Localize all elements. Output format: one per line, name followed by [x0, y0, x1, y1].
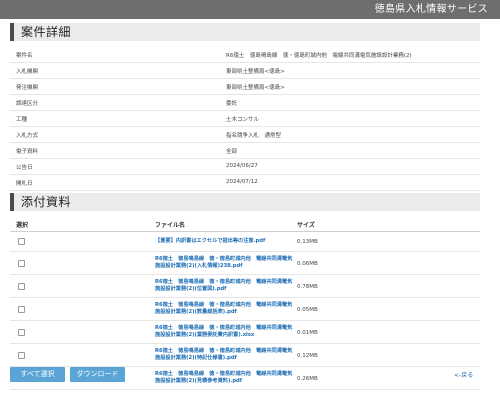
detail-row-work-type: 工種 土木コンサル: [10, 111, 480, 127]
detail-row-procurement-type: 調達区分 委託: [10, 95, 480, 111]
detail-row-bidding-agency: 入札機関 東部県土整備局<徳島>: [10, 63, 480, 79]
file-link[interactable]: R6徳土 徳島鳴島線 徳・徳島町城内他 電線共同溝電気施設設計業務(2)(特記仕…: [155, 348, 295, 362]
file-size: 0.05MB: [297, 307, 318, 313]
detail-label: 開札日: [16, 181, 33, 187]
file-size: 0.13MB: [297, 239, 318, 245]
detail-row-opening-date: 開札日 2024/07/12: [10, 175, 480, 191]
site-title: 徳島県入札情報サービス: [374, 4, 488, 15]
detail-row-ordering-agency: 発注機関 東部県土整備局<徳島>: [10, 79, 480, 95]
file-link[interactable]: R6徳土 徳島鳴島線 徳・徳島町城内他 電線共同溝電気施設設計業務(2)(入札情…: [155, 256, 295, 270]
download-button[interactable]: ダウンロード: [70, 367, 125, 382]
file-row: R6徳土 徳島鳴島線 徳・徳島町城内他 電線共同溝電気施設設計業務(2)(業務委…: [10, 321, 480, 344]
column-header-select: 選択: [16, 222, 29, 229]
file-select-checkbox[interactable]: [18, 238, 25, 245]
column-header-size: サイズ: [297, 222, 315, 229]
attachments-table: 選択 ファイル名 サイズ 【重要】内訳書はエクセルで提出等の注意.pdf 0.1…: [10, 216, 480, 390]
detail-row-notice-date: 公告日 2024/06/27: [10, 159, 480, 175]
detail-value: 指名競争入札 通常型: [226, 133, 282, 139]
detail-row-electronic-docs: 電子資料 全部: [10, 143, 480, 159]
detail-row-project-name: 案件名 R6徳土 徳島鳴島線 徳・徳島町城内他 電線共同溝電気施設設計業務(2): [10, 47, 480, 63]
file-link[interactable]: R6徳土 徳島鳴島線 徳・徳島町城内他 電線共同溝電気施設設計業務(2)(数量総…: [155, 302, 295, 316]
detail-value: 2024/07/12: [226, 179, 258, 185]
back-link[interactable]: <-戻る: [454, 370, 473, 379]
select-all-button[interactable]: すべて選択: [10, 367, 65, 382]
file-size: 0.12MB: [297, 353, 318, 359]
detail-label: 電子資料: [16, 149, 39, 155]
detail-value: 東部県土整備局<徳島>: [226, 69, 285, 75]
file-row: R6徳土 徳島鳴島線 徳・徳島町城内他 電線共同溝電気施設設計業務(2)(位置図…: [10, 275, 480, 298]
file-select-checkbox[interactable]: [18, 260, 25, 267]
file-row: R6徳土 徳島鳴島線 徳・徳島町城内他 電線共同溝電気施設設計業務(2)(入札情…: [10, 252, 480, 275]
file-select-checkbox[interactable]: [18, 329, 25, 336]
file-size: 0.78MB: [297, 284, 318, 290]
detail-value: R6徳土 徳島鳴島線 徳・徳島町城内他 電線共同溝電気施設設計業務(2): [226, 53, 412, 59]
site-header: 徳島県入札情報サービス: [0, 0, 500, 19]
column-header-filename: ファイル名: [155, 222, 186, 229]
file-link[interactable]: R6徳土 徳島鳴島線 徳・徳島町城内他 電線共同溝電気施設設計業務(2)(位置図…: [155, 279, 295, 293]
detail-label: 入札方式: [16, 133, 39, 139]
detail-label: 公告日: [16, 165, 33, 171]
details-section-header: 案件詳細: [10, 23, 480, 41]
file-select-checkbox[interactable]: [18, 306, 25, 313]
detail-label: 工種: [16, 117, 28, 123]
file-link[interactable]: R6徳土 徳島鳴島線 徳・徳島町城内他 電線共同溝電気施設設計業務(2)(業務委…: [155, 325, 295, 339]
detail-label: 発注機関: [16, 85, 39, 91]
file-link[interactable]: R6徳土 徳島鳴島線 徳・徳島町城内他 電線共同溝電気施設設計業務(2)(見積参…: [155, 371, 295, 385]
file-row: 【重要】内訳書はエクセルで提出等の注意.pdf 0.13MB: [10, 232, 480, 252]
detail-value: 全部: [226, 149, 238, 155]
attachments-table-header: 選択 ファイル名 サイズ: [10, 216, 480, 232]
file-row: R6徳土 徳島鳴島線 徳・徳島町城内他 電線共同溝電気施設設計業務(2)(数量総…: [10, 298, 480, 321]
file-size: 0.01MB: [297, 330, 318, 336]
details-heading: 案件詳細: [21, 25, 72, 39]
detail-label: 入札機関: [16, 69, 39, 75]
detail-value: 東部県土整備局<徳島>: [226, 85, 285, 91]
details-table: 案件名 R6徳土 徳島鳴島線 徳・徳島町城内他 電線共同溝電気施設設計業務(2)…: [10, 47, 480, 191]
detail-label: 案件名: [16, 53, 33, 59]
file-select-checkbox[interactable]: [18, 283, 25, 290]
detail-value: 委託: [226, 101, 238, 107]
detail-value: 土木コンサル: [226, 117, 260, 123]
file-select-checkbox[interactable]: [18, 352, 25, 359]
file-link[interactable]: 【重要】内訳書はエクセルで提出等の注意.pdf: [155, 238, 295, 245]
detail-row-bid-method: 入札方式 指名競争入札 通常型: [10, 127, 480, 143]
attachments-section-header: 添付資料: [10, 193, 480, 211]
file-size: 0.06MB: [297, 261, 318, 267]
file-row: R6徳土 徳島鳴島線 徳・徳島町城内他 電線共同溝電気施設設計業務(2)(特記仕…: [10, 344, 480, 367]
attachments-heading: 添付資料: [21, 195, 72, 209]
file-size: 0.26MB: [297, 376, 318, 382]
detail-label: 調達区分: [16, 101, 39, 107]
detail-value: 2024/06/27: [226, 163, 258, 169]
